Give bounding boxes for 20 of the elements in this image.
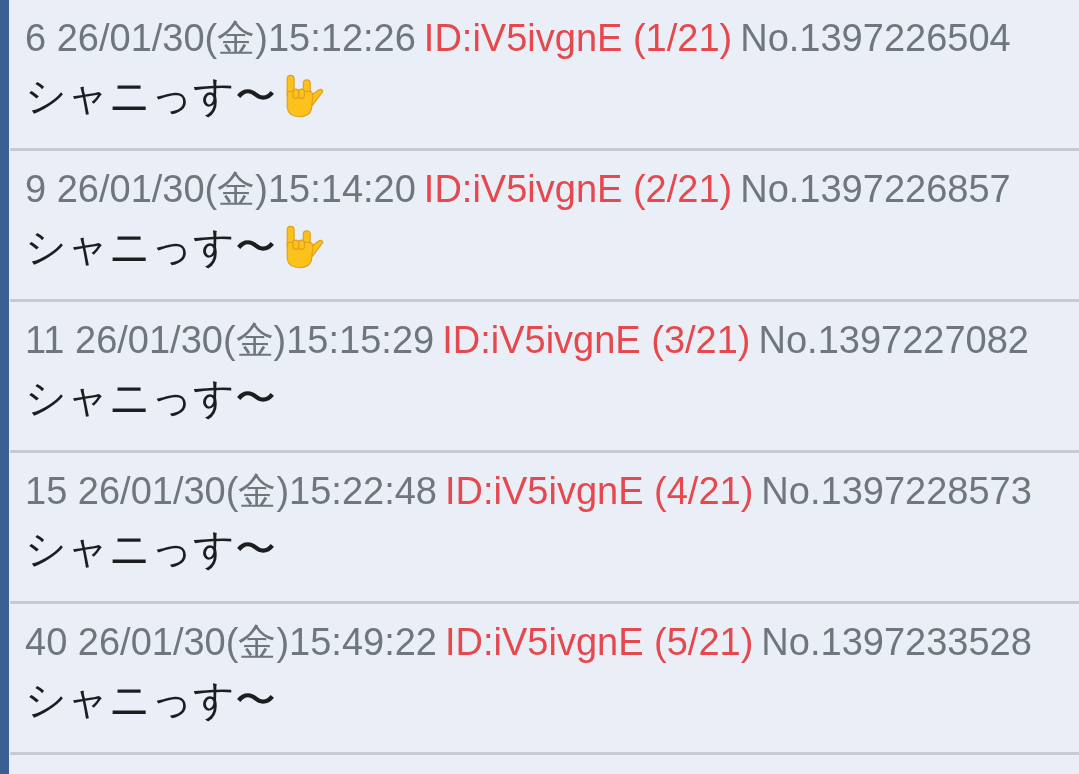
post-number[interactable]: No.1397226857	[740, 167, 1011, 211]
post-meta: 11 26/01/30(金)15:15:29	[25, 318, 435, 362]
poster-id[interactable]: ID:iV5ivgnE (3/21)	[442, 318, 751, 362]
post-meta: 15 26/01/30(金)15:22:48	[25, 469, 437, 513]
poster-id[interactable]: ID:iV5ivgnE (1/21)	[423, 16, 733, 60]
post-text: シャニっす〜	[25, 676, 276, 725]
post-number[interactable]: No.1397228573	[761, 469, 1032, 513]
poster-id[interactable]: ID:iV5ivgnE (2/21)	[423, 167, 733, 211]
post-text: シャニっす〜	[25, 374, 276, 423]
post-meta: 40 26/01/30(金)15:49:22	[25, 620, 437, 664]
poster-id[interactable]: ID:iV5ivgnE (4/21)	[445, 469, 754, 513]
post-number[interactable]: No.1397227082	[758, 318, 1029, 362]
poster-id[interactable]: ID:iV5ivgnE (5/21)	[445, 620, 754, 664]
post-text: シャニっす〜	[25, 525, 276, 574]
post-meta: 6 26/01/30(金)15:12:26	[25, 16, 416, 60]
post-number[interactable]: No.1397226504	[740, 16, 1011, 60]
post-meta: 9 26/01/30(金)15:14:20	[25, 167, 416, 211]
post-number[interactable]: No.1397233528	[761, 620, 1032, 664]
post-text: シャニっす〜	[25, 72, 276, 121]
post-text: シャニっす〜	[25, 223, 276, 272]
